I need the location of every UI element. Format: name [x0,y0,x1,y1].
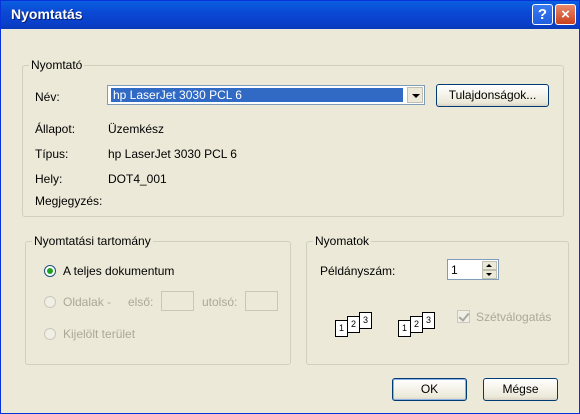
collate-label: Szétválogatás [476,310,552,324]
printer-name-select[interactable]: hp LaserJet 3030 PCL 6 [107,85,425,105]
to-page-field[interactable] [245,291,278,311]
selection-label: Kijelölt terület [63,327,136,341]
name-label: Név: [35,90,60,104]
type-value: hp LaserJet 3030 PCL 6 [108,147,237,161]
copies-value: 1 [451,263,458,277]
ok-button[interactable]: OK [392,378,467,401]
all-document-label: A teljes dokumentum [63,264,175,278]
all-document-radio[interactable] [44,265,56,277]
printer-group: Nyomtató [22,58,564,217]
collate-page-3: 3 [359,312,372,329]
help-icon[interactable]: ? [532,4,553,25]
pages-label: Oldalak - [63,295,112,309]
comment-label: Megjegyzés: [35,194,103,208]
to-label: utolsó: [202,295,238,309]
title-bar: Nyomtatás ? × [1,1,579,29]
location-value: DOT4_001 [108,172,167,186]
print-range-legend: Nyomtatási tartomány [34,234,151,248]
copies-stepper[interactable]: 1 [447,259,499,280]
spin-down-icon[interactable] [482,270,497,279]
location-label: Hely: [35,172,63,186]
print-dialog: Nyomtatás ? × Nyomtató Név: hp LaserJet … [0,0,580,414]
status-label: Állapot: [35,122,76,136]
printer-group-legend: Nyomtató [31,58,83,72]
spin-up-icon[interactable] [482,261,497,270]
properties-button[interactable]: Tulajdonságok... [436,84,549,107]
type-label: Típus: [35,147,69,161]
collate-checkbox[interactable] [457,310,470,323]
collate-page-3b: 3 [422,312,435,329]
from-page-field[interactable] [161,291,194,311]
status-value: Üzemkész [108,122,165,136]
cancel-button[interactable]: Mégse [483,378,558,401]
from-label: első: [128,295,154,309]
pages-radio[interactable] [44,296,56,308]
printer-name-value: hp LaserJet 3030 PCL 6 [110,87,404,103]
selection-radio[interactable] [44,328,56,340]
window-title: Nyomtatás [11,6,83,22]
copies-label: Példányszám: [320,264,396,278]
chevron-down-icon[interactable] [407,87,423,103]
copies-legend: Nyomatok [315,234,370,248]
close-icon[interactable]: × [555,4,576,25]
copies-group: Nyomatok [306,234,569,365]
